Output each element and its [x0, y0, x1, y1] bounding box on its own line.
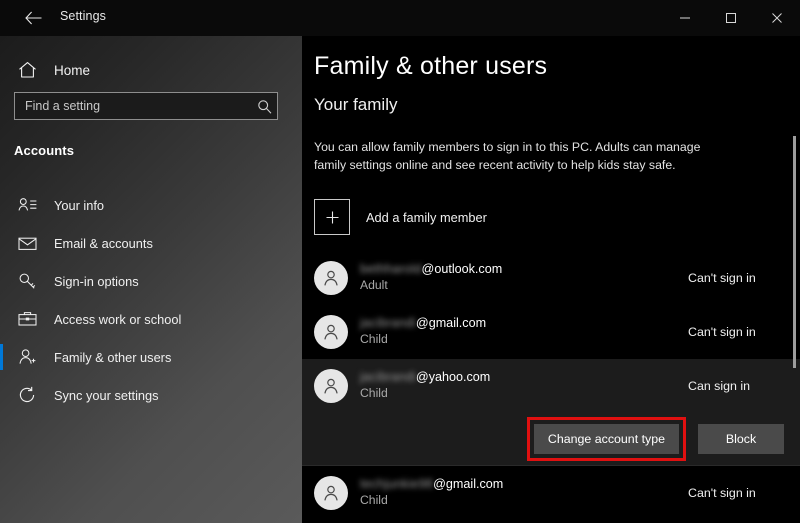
key-icon [0, 272, 54, 290]
section-description: You can allow family members to sign in … [314, 140, 701, 172]
vertical-scrollbar[interactable] [793, 136, 796, 368]
selection-indicator [0, 268, 3, 294]
add-family-member-button[interactable]: Add a family member [314, 199, 734, 235]
settings-window: Settings Home Find a setting Accounts Yo… [0, 0, 800, 523]
sidebar: Home Accounts [0, 36, 302, 523]
table-row[interactable]: bethharold @outlook.com Adult Can't sign … [302, 251, 800, 305]
user-email-domain: @gmail.com [415, 316, 487, 330]
sidebar-item-label: Access work or school [54, 311, 182, 327]
avatar [314, 476, 348, 510]
person-add-icon [0, 348, 54, 366]
sidebar-item-label: Family & other users [54, 349, 172, 365]
user-name-redacted: jacibrandi [360, 316, 416, 330]
back-button[interactable] [18, 5, 48, 31]
user-email: jacibrandi @gmail.com [360, 316, 688, 330]
status-badge: Can't sign in [688, 271, 756, 285]
sidebar-item-email-accounts[interactable]: Email & accounts [0, 224, 302, 262]
sync-icon [0, 386, 54, 404]
sidebar-item-label: Sync your settings [54, 387, 159, 403]
user-role: Child [360, 386, 388, 400]
user-email-domain: @gmail.com [433, 477, 504, 491]
user-email-domain: @yahoo.com [415, 370, 491, 384]
change-account-type-button[interactable]: Change account type [533, 424, 679, 454]
user-info: jacibrandi @yahoo.com Child [360, 370, 688, 402]
sidebar-item-home[interactable]: Home [0, 52, 302, 88]
sidebar-item-your-info[interactable]: Your info [0, 186, 302, 224]
status-badge: Can sign in [688, 379, 750, 393]
selection-indicator [0, 306, 3, 332]
section-title: Your family [314, 95, 398, 114]
plus-icon [314, 199, 350, 235]
search-icon[interactable] [251, 99, 277, 114]
row-actions: Change account type Block [302, 413, 800, 465]
close-icon [772, 13, 782, 23]
mail-icon [0, 236, 54, 251]
home-label: Home [54, 62, 91, 78]
user-info: bethharold @outlook.com Adult [360, 262, 688, 294]
sidebar-item-label: Your info [54, 197, 105, 213]
user-role: Child [360, 332, 388, 346]
main-content: Family & other users Your family You can… [302, 36, 800, 523]
block-button[interactable]: Block [698, 424, 784, 454]
user-info: jacibrandi @gmail.com Child [360, 316, 688, 348]
your-info-icon [0, 197, 54, 213]
family-user-list: bethharold @outlook.com Adult Can't sign … [302, 251, 800, 520]
sidebar-item-label: Sign-in options [54, 273, 139, 289]
user-email-domain: @outlook.com [421, 262, 503, 276]
status-badge: Can't sign in [688, 325, 756, 339]
avatar [314, 261, 348, 295]
maximize-button[interactable] [708, 0, 754, 36]
sidebar-item-access-work-school[interactable]: Access work or school [0, 300, 302, 338]
selection-indicator [0, 382, 3, 408]
add-family-member-label: Add a family member [366, 209, 487, 225]
home-icon [0, 61, 54, 79]
avatar [314, 315, 348, 349]
search-input[interactable] [15, 93, 251, 119]
avatar [314, 369, 348, 403]
sidebar-section-title: Accounts [14, 143, 75, 158]
user-role: Child [360, 493, 388, 507]
briefcase-icon [0, 311, 54, 327]
app-title: Settings [60, 9, 106, 23]
user-info: techjunkie98 @gmail.com Child [360, 477, 688, 509]
user-email: bethharold @outlook.com [360, 262, 688, 276]
user-email: jacibrandi @yahoo.com [360, 370, 688, 384]
window-controls [662, 0, 800, 36]
maximize-icon [726, 13, 736, 23]
user-name-redacted: techjunkie98 [360, 477, 434, 491]
sidebar-item-family-other-users[interactable]: Family & other users [0, 338, 302, 376]
table-row-selected[interactable]: jacibrandi @yahoo.com Child Can sign in C… [302, 359, 800, 465]
user-name-redacted: jacibrandi [360, 370, 416, 384]
sidebar-nav-list: Your info Email & accounts Sign-in optio… [0, 186, 302, 414]
search-box[interactable] [14, 92, 278, 120]
close-button[interactable] [754, 0, 800, 36]
selection-indicator [0, 230, 3, 256]
sidebar-item-sign-in-options[interactable]: Sign-in options [0, 262, 302, 300]
status-badge: Can't sign in [688, 486, 756, 500]
sidebar-item-label: Email & accounts [54, 235, 153, 251]
user-name-redacted: bethharold [360, 262, 422, 276]
table-row[interactable]: jacibrandi @gmail.com Child Can't sign in [302, 305, 800, 359]
minimize-icon [680, 17, 690, 19]
back-arrow-icon [24, 11, 41, 25]
minimize-button[interactable] [662, 0, 708, 36]
user-role: Adult [360, 278, 388, 292]
selection-indicator [0, 344, 3, 370]
sidebar-item-sync-your-settings[interactable]: Sync your settings [0, 376, 302, 414]
table-row[interactable]: techjunkie98 @gmail.com Child Can't sign … [302, 466, 800, 520]
title-bar: Settings [0, 0, 800, 36]
annotation-highlight: Change account type [526, 417, 686, 461]
user-email: techjunkie98 @gmail.com [360, 477, 688, 491]
selection-indicator [0, 192, 3, 218]
page-title: Family & other users [314, 52, 548, 80]
